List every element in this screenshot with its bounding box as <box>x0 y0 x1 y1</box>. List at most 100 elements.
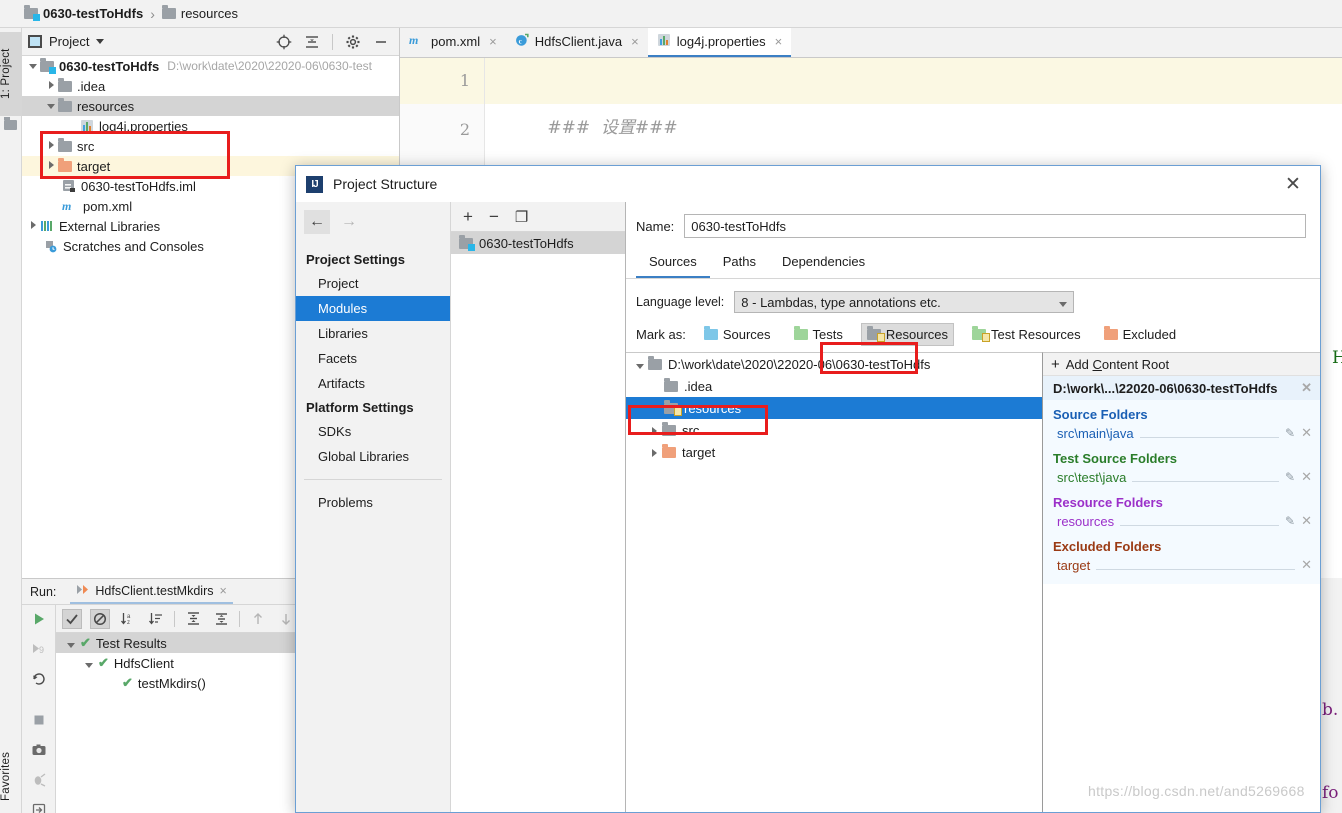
expand-all-icon[interactable] <box>183 609 203 629</box>
run-tab[interactable]: HdfsClient.testMkdirs × <box>70 579 233 604</box>
test-tree-label: Test Results <box>95 635 167 651</box>
close-icon[interactable]: ✕ <box>1301 513 1312 529</box>
content-roots-tree[interactable]: D:\work\date\2020\22020-06\0630-testToHd… <box>626 352 1043 812</box>
sidebar-item-libraries[interactable]: Libraries <box>296 321 450 346</box>
sort-by-duration-icon[interactable] <box>146 609 166 629</box>
sidebar-item-problems[interactable]: Problems <box>296 490 450 515</box>
hide-icon[interactable] <box>373 34 389 50</box>
module-list-item[interactable]: 0630-testToHdfs <box>451 232 625 254</box>
back-button[interactable]: ← <box>304 210 330 234</box>
add-content-root-button[interactable]: + Add Content Root <box>1043 353 1320 376</box>
tree-row[interactable]: 0630-testToHdfs D:\work\date\2020\22020-… <box>22 56 399 76</box>
folder-gray-icon <box>58 77 72 92</box>
chevron-down-icon[interactable] <box>80 656 98 671</box>
mark-as-sources-button[interactable]: Sources <box>699 324 776 345</box>
excluded-folder-row[interactable]: target ✕ <box>1043 556 1320 576</box>
folder-blue-icon <box>703 326 718 340</box>
content-tree-row[interactable]: D:\work\date\2020\22020-06\0630-testToHd… <box>626 353 1042 375</box>
remove-content-root-icon[interactable]: ✕ <box>1301 380 1312 396</box>
source-folder-row[interactable]: src\main\java ✎ ✕ <box>1043 424 1320 444</box>
chevron-down-icon[interactable] <box>44 101 58 111</box>
content-tree-row[interactable]: .idea <box>626 375 1042 397</box>
language-level-select[interactable]: 8 - Lambdas, type annotations etc. <box>734 291 1075 313</box>
sidebar-item-project[interactable]: Project <box>296 271 450 296</box>
tab-sources[interactable]: Sources <box>636 248 710 278</box>
mark-as-test-resources-button[interactable]: Test Resources <box>967 324 1086 345</box>
content-tree-row[interactable]: src <box>626 419 1042 441</box>
tab-hdfsclient-java[interactable]: c HdfsClient.java × <box>506 28 648 57</box>
rerun-icon[interactable] <box>31 671 47 690</box>
name-label: Name: <box>636 218 675 234</box>
close-icon[interactable]: ✕ <box>1301 425 1312 441</box>
show-passed-icon[interactable] <box>62 608 82 629</box>
stop-icon[interactable] <box>31 712 47 731</box>
tab-pom-xml[interactable]: m pom.xml × <box>400 28 506 57</box>
chevron-right-icon[interactable] <box>44 161 58 171</box>
sort-alphabetically-icon[interactable]: az <box>118 609 138 629</box>
content-tree-row[interactable]: target <box>626 441 1042 463</box>
tree-row[interactable]: .idea <box>22 76 399 96</box>
chevron-right-icon[interactable] <box>26 221 40 231</box>
copy-module-button[interactable]: ❐ <box>515 208 528 226</box>
forward-button[interactable]: → <box>336 210 362 234</box>
content-tree-row-resources[interactable]: resources <box>626 397 1042 419</box>
chevron-right-icon[interactable] <box>646 445 662 460</box>
collapse-all-icon[interactable] <box>304 34 320 50</box>
close-icon[interactable]: ✕ <box>1301 469 1312 485</box>
close-icon[interactable]: × <box>489 34 497 49</box>
chevron-right-icon[interactable] <box>646 423 662 438</box>
sidebar-item-sdks[interactable]: SDKs <box>296 419 450 444</box>
close-icon[interactable]: ✕ <box>1272 169 1314 199</box>
breadcrumb-item-folder[interactable]: resources <box>161 5 238 21</box>
hide-ignored-icon[interactable] <box>90 608 110 629</box>
chevron-down-icon <box>1059 295 1068 310</box>
test-source-folder-row[interactable]: src\test\java ✎ ✕ <box>1043 468 1320 488</box>
sidebar-item-global-libraries[interactable]: Global Libraries <box>296 444 450 469</box>
chevron-down-icon[interactable] <box>96 39 105 44</box>
chevron-right-icon[interactable] <box>44 81 58 91</box>
tree-row-resources[interactable]: resources <box>22 96 399 116</box>
chevron-right-icon[interactable] <box>44 141 58 151</box>
chevron-down-icon[interactable] <box>62 636 80 651</box>
code-comment: ### 设置### <box>547 118 678 138</box>
close-icon[interactable]: × <box>631 34 639 49</box>
locate-icon[interactable] <box>276 34 292 50</box>
run-icon[interactable] <box>31 611 47 630</box>
tree-row-label: log4j.properties <box>99 118 188 134</box>
rerun-failed-icon[interactable]: 9 <box>31 641 47 660</box>
tree-row-log4j[interactable]: log4j.properties <box>22 116 399 136</box>
close-icon[interactable]: ✕ <box>1301 557 1312 573</box>
mark-as-tests-button[interactable]: Tests <box>789 324 848 345</box>
module-name-input[interactable]: 0630-testToHdfs <box>684 214 1306 238</box>
source-folder-path: src\main\java <box>1057 425 1134 441</box>
mark-as-excluded-button[interactable]: Excluded <box>1099 324 1181 345</box>
tab-dependencies[interactable]: Dependencies <box>769 248 878 278</box>
edit-icon[interactable]: ✎ <box>1285 470 1295 484</box>
edit-icon[interactable]: ✎ <box>1285 426 1295 440</box>
sidebar-item-modules[interactable]: Modules <box>296 296 450 321</box>
snapshot-icon[interactable] <box>31 742 47 761</box>
resource-folder-row[interactable]: resources ✎ ✕ <box>1043 512 1320 532</box>
breadcrumb-item-project[interactable]: 0630-testToHdfs <box>24 5 143 21</box>
close-icon[interactable]: × <box>220 584 227 598</box>
sidebar-item-artifacts[interactable]: Artifacts <box>296 371 450 396</box>
tree-row[interactable]: src <box>22 136 399 156</box>
sidebar-item-facets[interactable]: Facets <box>296 346 450 371</box>
chevron-down-icon[interactable] <box>26 61 40 71</box>
sidebar-tab-favorites[interactable]: Favorites <box>0 741 22 811</box>
add-module-button[interactable]: + <box>463 207 473 227</box>
debug-icon[interactable] <box>31 772 47 791</box>
prev-icon[interactable] <box>248 609 268 629</box>
tab-log4j-properties[interactable]: log4j.properties × <box>647 28 792 57</box>
close-icon[interactable]: × <box>775 34 783 49</box>
remove-module-button[interactable]: − <box>489 207 499 227</box>
mark-as-resources-button[interactable]: Resources <box>860 323 955 346</box>
export-icon[interactable] <box>31 802 47 813</box>
edit-icon[interactable]: ✎ <box>1285 514 1295 528</box>
sidebar-tab-project[interactable]: 1: Project <box>0 32 22 116</box>
next-icon[interactable] <box>276 609 296 629</box>
tab-paths[interactable]: Paths <box>710 248 769 278</box>
chevron-down-icon[interactable] <box>632 357 648 372</box>
settings-gear-icon[interactable] <box>345 34 361 50</box>
collapse-all-icon[interactable] <box>211 609 231 629</box>
